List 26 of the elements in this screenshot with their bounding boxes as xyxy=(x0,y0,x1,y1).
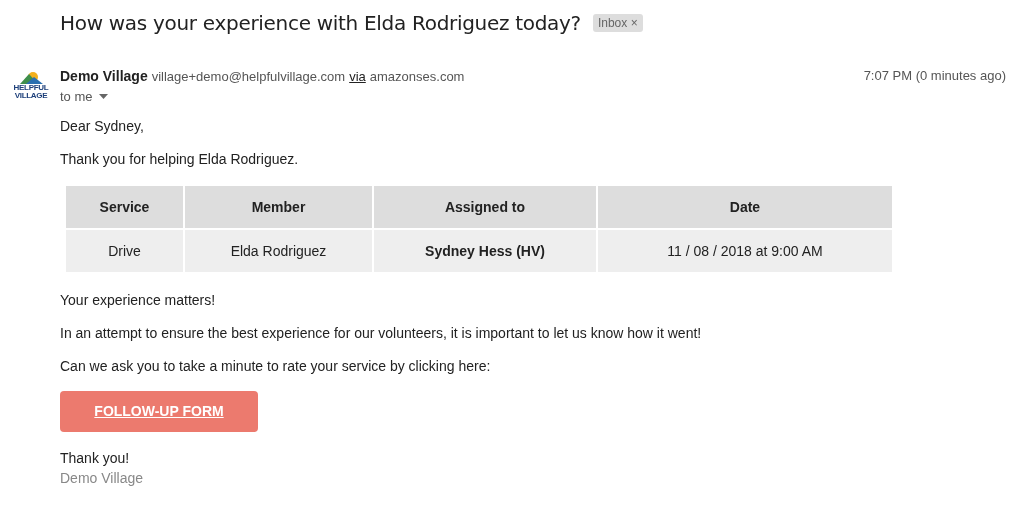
body-paragraph: Can we ask you to take a minute to rate your service by clicking here: xyxy=(60,358,492,374)
sender-name: Demo Village xyxy=(60,68,148,84)
signature-text: Demo Village xyxy=(60,470,144,486)
column-header: Date xyxy=(598,186,892,228)
logo-text: HELPFUL xyxy=(13,84,49,92)
logo-text: VILLAGE xyxy=(14,92,48,100)
sender-domain: amazonses.com xyxy=(369,69,465,84)
greeting-text: Dear Sydney, xyxy=(60,118,145,134)
table-cell: Sydney Hess (HV) xyxy=(374,230,596,272)
recipient-dropdown[interactable]: to me xyxy=(60,89,108,104)
email-subject: How was your experience with Elda Rodriguez today? xyxy=(60,11,581,35)
sender-email: village+demo@helpfulvillage.com xyxy=(151,69,346,84)
via-link[interactable]: via xyxy=(349,69,366,84)
intro-text: Thank you for helping Elda Rodriguez. xyxy=(60,151,300,167)
table-cell: Elda Rodriguez xyxy=(185,230,372,272)
body-paragraph: Your experience matters! xyxy=(60,292,217,308)
column-header: Assigned to xyxy=(374,186,596,228)
timestamp: 7:07 PM (0 minutes ago) xyxy=(863,68,1006,83)
column-header: Service xyxy=(66,186,183,228)
closing-text: Thank you! xyxy=(60,450,131,466)
column-header: Member xyxy=(185,186,372,228)
caret-icon xyxy=(98,94,108,99)
body-paragraph: In an attempt to ensure the best experience for our volunteers, it is important to let us know how it went! xyxy=(60,325,703,341)
table-cell: 11 / 08 / 2018 at 9:00 AM xyxy=(598,230,892,272)
inbox-label[interactable]: Inbox × xyxy=(592,14,643,32)
table-cell: Drive xyxy=(66,230,183,272)
